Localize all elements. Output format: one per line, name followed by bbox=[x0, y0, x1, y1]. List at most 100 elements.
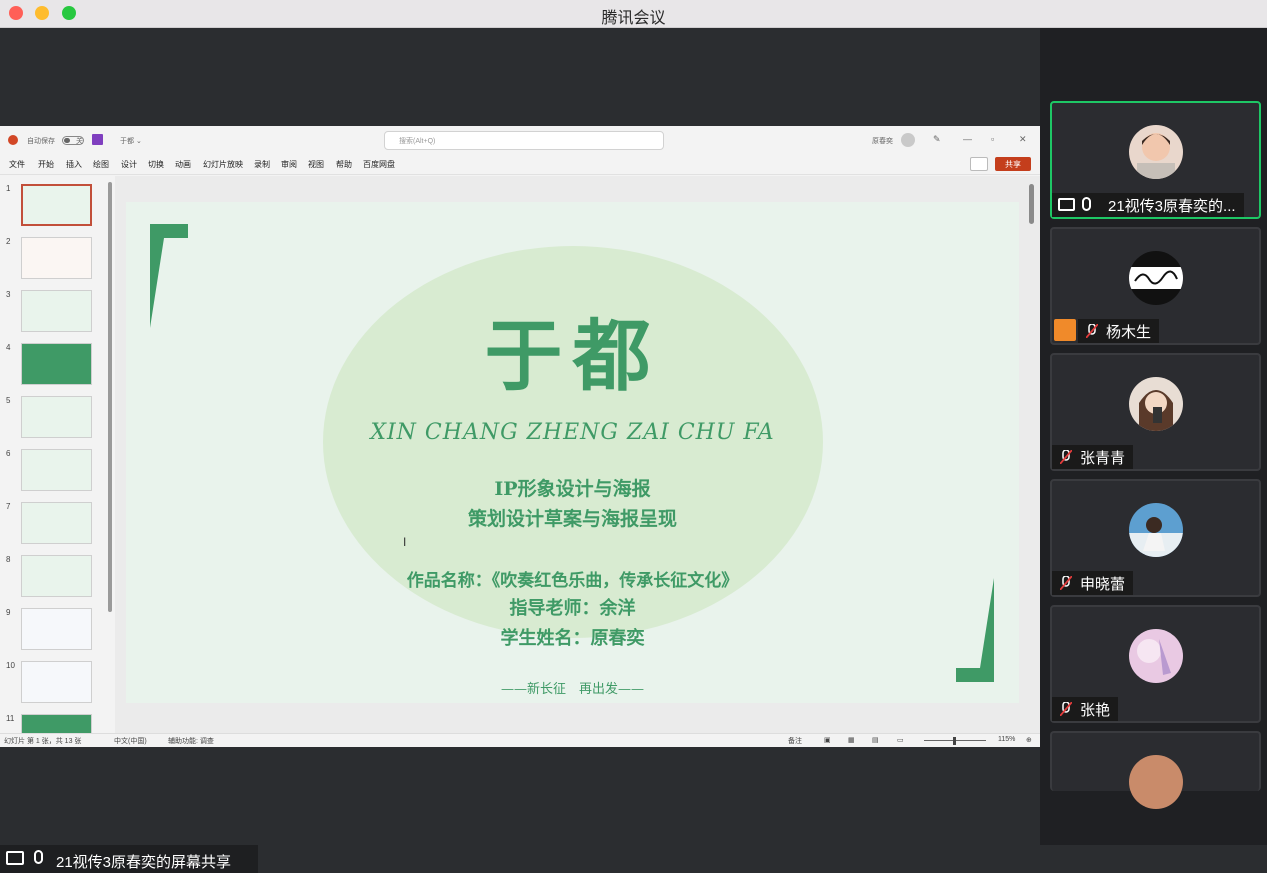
reading-view-icon[interactable]: ▤ bbox=[872, 736, 879, 744]
close-icon[interactable]: ✕ bbox=[1019, 134, 1027, 145]
ppt-status-bar: 幻灯片 第 1 张，共 13 张 中文(中国) 辅助功能: 调查 备注 ▣ ▦ … bbox=[0, 733, 1040, 747]
ribbon-tab-animations[interactable]: 动画 bbox=[175, 159, 191, 170]
slide-thumbnail[interactable] bbox=[21, 714, 92, 733]
participant-name: 申晓蕾 bbox=[1080, 576, 1126, 593]
slide-line-2: 策划设计草案与海报呈现 bbox=[467, 508, 677, 530]
slide-title: 于都 bbox=[484, 311, 661, 402]
ribbon-menu: 文件 开始 插入 绘图 设计 切换 动画 幻灯片放映 录制 审阅 视图 帮助 百… bbox=[0, 155, 1040, 175]
user-avatar[interactable] bbox=[901, 133, 915, 147]
comments-button[interactable] bbox=[970, 157, 988, 171]
screen-share-indicator: 21视传3原春奕的屏幕共享 bbox=[0, 845, 258, 873]
thumb-number: 9 bbox=[6, 608, 11, 617]
avatar bbox=[1129, 503, 1183, 557]
slideshow-icon[interactable]: ▭ bbox=[897, 736, 904, 744]
ribbon-tab-file[interactable]: 文件 bbox=[9, 159, 25, 170]
autosave-label: 自动保存 bbox=[27, 138, 55, 145]
participant-panel: 21视传3原春奕的... 杨木生 张青青 申晓蕾 张艳 bbox=[1040, 28, 1267, 845]
shared-powerpoint-window: 自动保存 关 于都 ⌄ 搜索(Alt+Q) 原春奕 ✎ — ▫ ✕ 文件 开始 … bbox=[0, 126, 1040, 747]
slide-thumbnail[interactable] bbox=[21, 237, 92, 279]
accessibility-status[interactable]: 辅助功能: 调查 bbox=[168, 736, 214, 746]
ribbon-tab-transitions[interactable]: 切换 bbox=[148, 159, 164, 170]
screen-share-icon bbox=[6, 851, 24, 865]
microphone-icon bbox=[34, 850, 43, 864]
slide-thumbnail[interactable] bbox=[21, 661, 92, 703]
slide-thumbnail[interactable] bbox=[21, 608, 92, 650]
slide-thumbnail[interactable] bbox=[21, 449, 92, 491]
microphone-muted-icon bbox=[1060, 450, 1072, 464]
file-name[interactable]: 于都 ⌄ bbox=[120, 136, 142, 146]
thumb-number: 11 bbox=[6, 714, 15, 723]
avatar bbox=[1129, 125, 1183, 179]
microphone-icon bbox=[1082, 197, 1091, 211]
thumb-number: 4 bbox=[6, 343, 11, 352]
participant-tile[interactable]: 杨木生 bbox=[1050, 227, 1261, 345]
slide-line-1: IP形象设计与海报 bbox=[494, 478, 651, 500]
person-icon bbox=[1054, 319, 1076, 341]
participant-tile[interactable] bbox=[1050, 731, 1261, 809]
ribbon-tab-help[interactable]: 帮助 bbox=[336, 159, 352, 170]
pen-icon[interactable]: ✎ bbox=[933, 134, 941, 145]
ribbon-tab-view[interactable]: 视图 bbox=[308, 159, 324, 170]
participant-name-tag: 张艳 bbox=[1052, 697, 1119, 721]
slide-thumbnail-pane: 1 2 3 4 5 6 7 8 9 10 11 bbox=[0, 176, 115, 733]
participant-name-tag: 杨木生 bbox=[1078, 319, 1160, 343]
language-status[interactable]: 中文(中国) bbox=[114, 736, 147, 746]
microphone-muted-icon bbox=[1086, 324, 1098, 338]
ribbon-tab-review[interactable]: 审阅 bbox=[281, 159, 297, 170]
user-name: 原春奕 bbox=[872, 138, 893, 145]
slide-thumbnail[interactable] bbox=[21, 290, 92, 332]
participant-tile[interactable]: 21视传3原春奕的... bbox=[1050, 101, 1261, 219]
powerpoint-logo-icon bbox=[8, 135, 18, 145]
restore-icon[interactable]: ▫ bbox=[991, 134, 994, 144]
participant-name: 张艳 bbox=[1080, 702, 1111, 719]
normal-view-icon[interactable]: ▣ bbox=[824, 736, 831, 744]
participant-tile[interactable]: 张青青 bbox=[1050, 353, 1261, 471]
ribbon-tab-baidu[interactable]: 百度网盘 bbox=[363, 159, 395, 170]
microphone-muted-icon bbox=[1060, 702, 1072, 716]
search-input[interactable]: 搜索(Alt+Q) bbox=[384, 131, 664, 150]
avatar bbox=[1129, 755, 1183, 809]
ppt-titlebar: 自动保存 关 于都 ⌄ 搜索(Alt+Q) 原春奕 ✎ — ▫ ✕ bbox=[0, 126, 1040, 155]
slide-scrollbar[interactable] bbox=[1029, 184, 1034, 224]
ribbon-tab-home[interactable]: 开始 bbox=[38, 159, 54, 170]
text-cursor-icon: I bbox=[403, 535, 407, 549]
fit-to-window-icon[interactable]: ⊕ bbox=[1026, 736, 1032, 744]
thumb-number: 8 bbox=[6, 555, 11, 564]
window-titlebar: 腾讯会议 bbox=[0, 0, 1267, 28]
slide-canvas: 于都 XIN CHANG ZHENG ZAI CHU FA IP形象设计与海报 … bbox=[115, 176, 1040, 733]
notes-button[interactable]: 备注 bbox=[788, 736, 802, 746]
ribbon-tab-draw[interactable]: 绘图 bbox=[93, 159, 109, 170]
slide-thumbnail[interactable] bbox=[21, 555, 92, 597]
ribbon-tab-insert[interactable]: 插入 bbox=[66, 159, 82, 170]
avatar bbox=[1129, 629, 1183, 683]
slide-subtitle: XIN CHANG ZHENG ZAI CHU FA bbox=[370, 420, 775, 445]
thumb-number: 3 bbox=[6, 290, 11, 299]
share-button[interactable]: 共享 bbox=[995, 157, 1031, 171]
minimize-icon[interactable]: — bbox=[963, 134, 972, 144]
ribbon-tab-design[interactable]: 设计 bbox=[121, 159, 137, 170]
participant-tile[interactable]: 张艳 bbox=[1050, 605, 1261, 723]
slide-sorter-icon[interactable]: ▦ bbox=[848, 736, 855, 744]
screen-share-icon bbox=[1058, 198, 1075, 211]
slide-thumbnail[interactable] bbox=[21, 502, 92, 544]
slide-student: 学生姓名：原春奕 bbox=[500, 628, 645, 649]
screen-share-label: 21视传3原春奕的屏幕共享 bbox=[56, 854, 232, 871]
ribbon-tab-record[interactable]: 录制 bbox=[254, 159, 270, 170]
participant-tile[interactable]: 申晓蕾 bbox=[1050, 479, 1261, 597]
slide-thumbnail[interactable] bbox=[21, 184, 92, 226]
zoom-slider-handle[interactable] bbox=[953, 737, 956, 745]
save-icon[interactable] bbox=[92, 134, 103, 145]
ribbon-tab-slideshow[interactable]: 幻灯片放映 bbox=[203, 159, 243, 170]
participant-name-tag: 张青青 bbox=[1052, 445, 1134, 469]
thumb-number: 10 bbox=[6, 661, 15, 670]
participant-name: 张青青 bbox=[1080, 450, 1126, 467]
zoom-level[interactable]: 115% bbox=[998, 736, 1015, 743]
thumbnail-scrollbar[interactable] bbox=[108, 182, 112, 612]
shared-screen-stage: 自动保存 关 于都 ⌄ 搜索(Alt+Q) 原春奕 ✎ — ▫ ✕ 文件 开始 … bbox=[0, 28, 1040, 873]
microphone-muted-icon bbox=[1060, 576, 1072, 590]
slide-thumbnail[interactable] bbox=[21, 396, 92, 438]
avatar bbox=[1129, 251, 1183, 305]
current-slide[interactable]: 于都 XIN CHANG ZHENG ZAI CHU FA IP形象设计与海报 … bbox=[126, 202, 1019, 703]
slide-thumbnail[interactable] bbox=[21, 343, 92, 385]
participant-name-tag: 21视传3原春奕的... bbox=[1052, 193, 1244, 217]
